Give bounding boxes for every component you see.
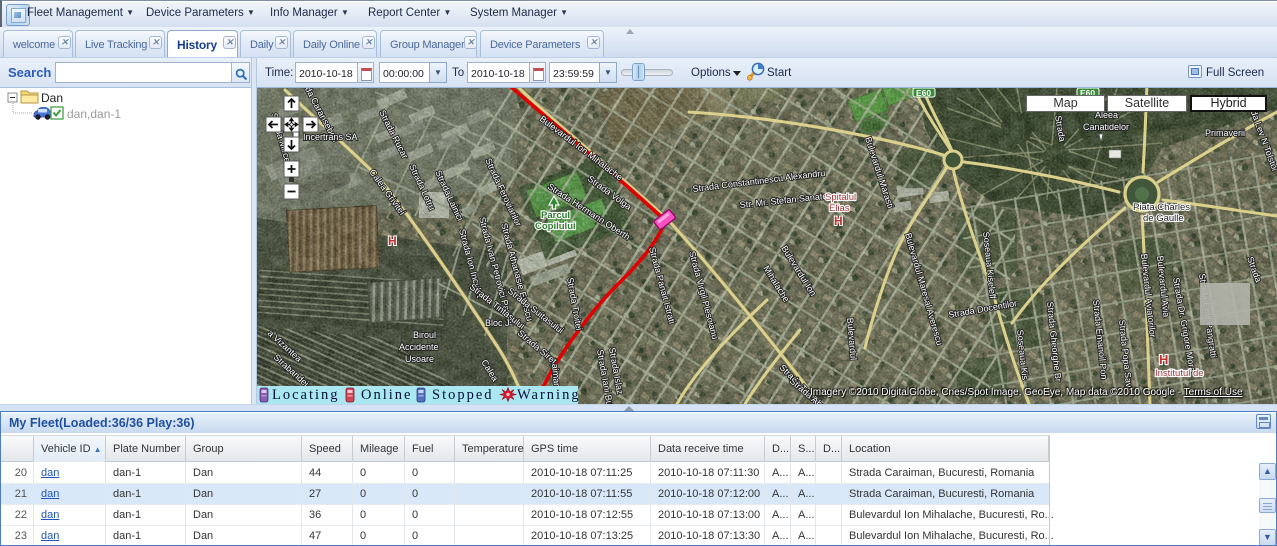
svg-text:Institutul de: Institutul de — [1155, 368, 1204, 379]
svg-text:H: H — [1159, 352, 1168, 367]
svg-text:Parcul: Parcul — [541, 210, 570, 221]
svg-text:Usoare: Usoare — [405, 354, 434, 364]
svg-text:Copilului: Copilului — [535, 221, 576, 232]
svg-text:E60: E60 — [916, 88, 931, 98]
svg-text:Primaverii: Primaverii — [1205, 128, 1245, 138]
svg-text:Spitalul: Spitalul — [825, 192, 856, 203]
svg-text:Biroul: Biroul — [413, 330, 436, 340]
svg-text:H: H — [388, 234, 397, 248]
svg-text:Elias: Elias — [829, 203, 850, 214]
svg-text:Accidente: Accidente — [399, 342, 439, 352]
svg-text:de Gaulle: de Gaulle — [1143, 213, 1184, 224]
svg-text:aiman: aiman — [550, 363, 562, 388]
svg-text:Dan: Dan — [41, 91, 63, 105]
svg-text:dan,dan-1: dan,dan-1 — [67, 107, 121, 121]
svg-text:Canatidelor: Canatidelor — [1083, 122, 1129, 132]
svg-text:H: H — [834, 214, 843, 228]
svg-text:Bloc J: Bloc J — [485, 318, 510, 328]
svg-text:Piata Charles: Piata Charles — [1133, 202, 1190, 213]
svg-text:Incertrans SA: Incertrans SA — [303, 132, 358, 142]
